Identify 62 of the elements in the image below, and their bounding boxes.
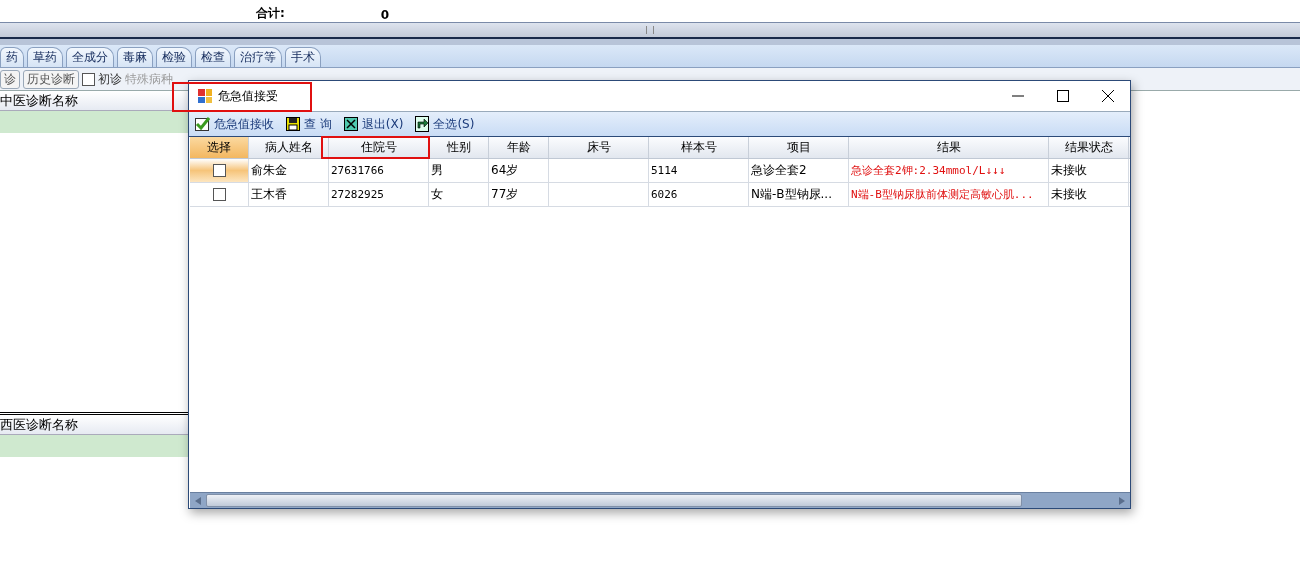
admission-number: 27631766 (329, 159, 429, 182)
result-status: 未接收 (1049, 159, 1129, 182)
column-header: 西医诊断名称 (0, 415, 188, 435)
test-item: 急诊全套2 (749, 159, 849, 182)
column-header[interactable]: 年龄 (489, 137, 549, 158)
toolbar-button[interactable]: 全选(S) (413, 115, 477, 133)
age: 64岁 (489, 159, 549, 182)
save-icon (286, 117, 300, 131)
scroll-thumb[interactable] (206, 494, 1022, 507)
test-item: N端-B型钠尿... (749, 183, 849, 206)
column-header[interactable]: 住院号 (329, 137, 429, 158)
tab[interactable]: 全成分 (66, 47, 114, 67)
first-visit-label: 初诊 (98, 70, 122, 88)
checkbox[interactable] (82, 72, 95, 86)
diagnosis-button[interactable]: 诊 (0, 69, 20, 89)
column-header[interactable]: 床号 (549, 137, 649, 158)
patient-name: 俞朱金 (249, 159, 329, 182)
tab[interactable]: 治疗等 (234, 47, 282, 67)
window-title: 危急值接受 (218, 87, 278, 105)
toolbar-button[interactable]: 危急值接收 (193, 115, 276, 133)
age: 77岁 (489, 183, 549, 206)
tab[interactable]: 手术 (285, 47, 321, 67)
patient-name: 王木香 (249, 183, 329, 206)
splitter-bar[interactable] (0, 37, 1300, 45)
column-header[interactable]: 选择 (190, 137, 249, 158)
tab[interactable]: 药 (0, 47, 24, 67)
row-selector-cell[interactable] (190, 159, 249, 182)
sex: 男 (429, 159, 489, 182)
tab[interactable]: 草药 (27, 47, 63, 67)
column-header[interactable]: 病人姓名 (249, 137, 329, 158)
column-header[interactable]: 性别 (429, 137, 489, 158)
column-header[interactable]: 结果 (849, 137, 1049, 158)
tab[interactable]: 毒麻 (117, 47, 153, 67)
diagnosis-button[interactable]: 历史诊断 (23, 69, 79, 89)
maximize-icon (1056, 90, 1069, 102)
checkbox[interactable] (212, 164, 226, 177)
column-header: 中医诊断名称 (0, 91, 188, 111)
total-value: 0 (380, 8, 390, 22)
document-arrow-icon (415, 116, 430, 132)
column-header[interactable]: 项目 (749, 137, 849, 158)
column-header[interactable]: 结果状态 (1049, 137, 1129, 158)
result-status: 未接收 (1049, 183, 1129, 206)
toolbar-button[interactable]: 查 询 (284, 115, 334, 133)
test-result: N端-B型钠尿肽前体测定高敏心肌... (849, 183, 1049, 206)
grip-icon (646, 26, 654, 34)
special-disease-label: 特殊病种 (125, 70, 173, 88)
check-icon (195, 117, 210, 131)
total-label: 合计: (256, 5, 285, 22)
sample-number: 5114 (649, 159, 749, 182)
toolbar-button[interactable]: 退出(X) (341, 115, 406, 133)
sample-number: 6026 (649, 183, 749, 206)
column-header[interactable]: 样本号 (649, 137, 749, 158)
horizontal-scrollbar[interactable] (190, 492, 1130, 508)
tab[interactable]: 检查 (195, 47, 231, 67)
checkbox[interactable] (212, 188, 226, 201)
admission-number: 27282925 (329, 183, 429, 206)
close-box-icon (343, 117, 358, 131)
test-result: 急诊全套2钾:2.34mmol/L↓↓↓ (849, 159, 1049, 182)
sex: 女 (429, 183, 489, 206)
app-icon (198, 89, 212, 103)
tab[interactable]: 检验 (156, 47, 192, 67)
close-icon (1101, 90, 1114, 102)
